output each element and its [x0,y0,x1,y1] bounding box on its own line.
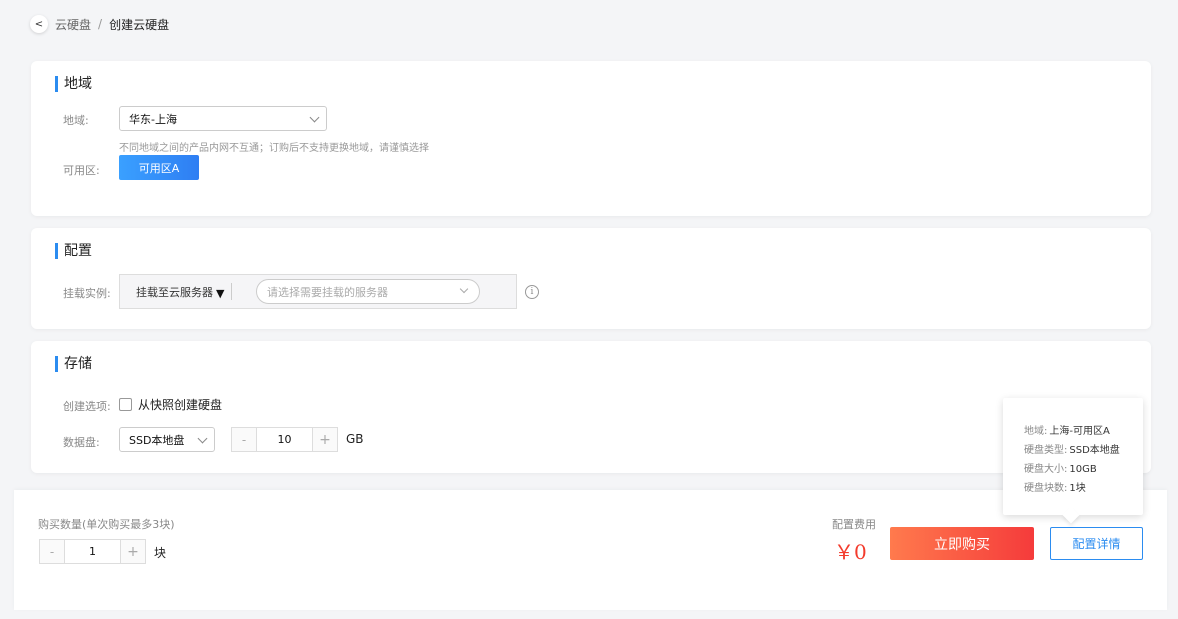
storage-section-title: 存储 [55,356,92,372]
mount-instance-box: 挂载至云服务器 ▼ 请选择需要挂载的服务器 [119,274,517,309]
server-select-placeholder: 请选择需要挂载的服务器 [267,285,388,299]
config-card: 配置 挂载实例: 挂载至云服务器 ▼ 请选择需要挂载的服务器 i [31,228,1151,329]
popover-row-disk-size: 硬盘大小: 10GB [1024,460,1097,475]
popover-row-label: 硬盘大小: [1024,464,1068,475]
quantity-decrease-button[interactable]: - [40,540,65,563]
region-label: 地域: [63,114,89,127]
popover-row-disk-type: 硬盘类型: SSD本地盘 [1024,441,1120,456]
region-select-value: 华东-上海 [129,112,177,126]
popover-row-value: 10GB [1069,464,1097,475]
config-detail-button[interactable]: 配置详情 [1050,527,1143,560]
region-select[interactable]: 华东-上海 [119,106,327,131]
breadcrumb-parent-link[interactable]: 云硬盘 [55,16,91,33]
data-disk-label: 数据盘: [63,436,100,449]
disk-size-increase-button[interactable]: + [312,428,337,451]
disk-type-select[interactable]: SSD本地盘 [119,427,215,452]
mount-type-dropdown[interactable]: 挂载至云服务器 [136,275,213,308]
popover-row-value: 1块 [1069,483,1086,494]
popover-row-value: SSD本地盘 [1069,445,1120,456]
region-hint: 不同地域之间的产品内网不互通；订购后不支持更换地域，请谨慎选择 [119,143,429,154]
region-section-title: 地域 [55,76,92,92]
chevron-down-icon [459,284,469,293]
dropdown-triangle-icon[interactable]: ▼ [216,287,224,300]
back-arrow-icon[interactable]: < [30,15,48,33]
popover-row-value: 上海-可用区A [1049,426,1110,437]
create-option-label: 创建选项: [63,400,111,413]
mount-instance-label: 挂载实例: [63,287,111,300]
breadcrumb-current: 创建云硬盘 [109,17,170,32]
quantity-input[interactable]: 1 [65,540,120,563]
popover-row-label: 地域: [1024,426,1048,437]
from-snapshot-label[interactable]: 从快照创建硬盘 [138,396,222,413]
popover-row-label: 硬盘块数: [1024,483,1068,494]
quantity-unit: 块 [154,546,167,560]
breadcrumb: < 云硬盘 / 创建云硬盘 [30,14,169,34]
popover-row-region: 地域: 上海-可用区A [1024,422,1110,437]
disk-size-decrease-button[interactable]: - [232,428,257,451]
quantity-stepper: - 1 + [39,539,146,564]
chevron-down-icon [197,433,208,443]
from-snapshot-checkbox[interactable] [119,398,132,411]
zone-a-button[interactable]: 可用区A [119,155,199,180]
popover-row-label: 硬盘类型: [1024,445,1068,456]
chevron-down-icon [309,112,320,122]
zone-label: 可用区: [63,164,100,177]
purchase-footer: 购买数量(单次购买最多3块) - 1 + 块 配置费用 ￥0 立即购买 配置详情 [14,490,1167,610]
disk-size-unit: GB [346,432,364,446]
breadcrumb-separator: / [98,17,103,31]
info-icon[interactable]: i [525,285,539,299]
purchase-quantity-label: 购买数量(单次购买最多3块) [38,518,175,531]
config-fee-price: ￥0 [834,540,867,564]
storage-card: 存储 创建选项: 从快照创建硬盘 数据盘: SSD本地盘 - 10 + GB [31,341,1151,473]
mount-divider [231,283,232,300]
disk-size-input[interactable]: 10 [257,428,312,451]
region-card: 地域 地域: 华东-上海 不同地域之间的产品内网不互通；订购后不支持更换地域，请… [31,61,1151,216]
disk-type-value: SSD本地盘 [129,433,185,447]
disk-size-stepper: - 10 + [231,427,338,452]
config-section-title: 配置 [55,243,92,259]
quantity-increase-button[interactable]: + [120,540,145,563]
config-detail-popover: 地域: 上海-可用区A 硬盘类型: SSD本地盘 硬盘大小: 10GB 硬盘块数: 1块 [1003,398,1143,515]
popover-row-disk-count: 硬盘块数: 1块 [1024,479,1086,494]
server-select-input[interactable]: 请选择需要挂载的服务器 [256,279,480,304]
config-fee-label: 配置费用 [832,518,876,531]
buy-now-button[interactable]: 立即购买 [890,527,1034,560]
